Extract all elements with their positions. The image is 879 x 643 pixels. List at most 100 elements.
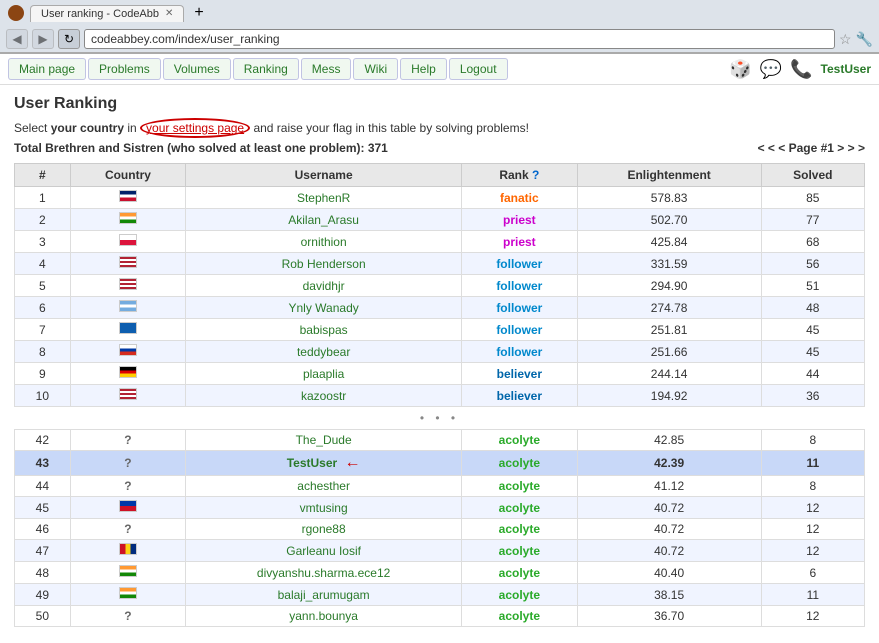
nav-logout[interactable]: Logout [449,58,508,80]
nav-volumes[interactable]: Volumes [163,58,231,80]
tab-close-button[interactable]: ✕ [165,8,173,19]
back-button[interactable]: ◀ [6,29,28,49]
cell-rank: 43 [15,451,71,476]
cell-user-rank: fanatic [462,187,578,209]
cell-username[interactable]: davidhjr [186,275,462,297]
cell-username[interactable]: babispas [186,319,462,341]
flag-poland [119,234,137,246]
browser-tab[interactable]: User ranking - CodeAbb ✕ [30,5,184,22]
username-link[interactable]: teddybear [297,345,350,359]
flag-uk [119,190,137,202]
username-link[interactable]: vmtusing [300,501,348,515]
cell-username[interactable]: Akilan_Arasu [186,209,462,231]
browser-icon [8,5,24,21]
username-link[interactable]: davidhjr [303,279,345,293]
cell-username[interactable]: kazoostr [186,385,462,407]
cell-username[interactable]: Ynly Wanady [186,297,462,319]
nav-icons: 🎲 💬 📞 TestUser [729,59,871,80]
username-link[interactable]: divyanshu.sharma.ece12 [257,566,390,580]
username-link[interactable]: Ynly Wanady [288,301,358,315]
username-link[interactable]: plaaplia [303,367,344,381]
forward-button[interactable]: ▶ [32,29,54,49]
cell-username[interactable]: TestUser ← [186,451,462,476]
username-link[interactable]: Rob Henderson [282,257,366,271]
address-text: codeabbey.com/index/user_ranking [91,32,280,46]
nav-ranking[interactable]: Ranking [233,58,299,80]
table-row: 49 balaji_arumugam acolyte 38.15 11 [15,584,865,606]
username-link[interactable]: Akilan_Arasu [288,213,359,227]
username-link[interactable]: yann.bounya [289,609,358,623]
cell-flag [70,497,186,519]
total-label: Total Brethren and Sistren (who solved a… [14,141,388,155]
cell-username[interactable]: Garleanu Iosif [186,540,462,562]
cell-flag [70,341,186,363]
total-info: Total Brethren and Sistren (who solved a… [14,141,865,155]
cell-flag [70,385,186,407]
username-link[interactable]: TestUser [287,456,337,470]
cell-username[interactable]: rgone88 [186,519,462,540]
cell-username[interactable]: teddybear [186,341,462,363]
col-rank-label: Rank ? [462,164,578,187]
username-link[interactable]: babispas [300,323,348,337]
new-tab-button[interactable]: + [190,4,207,22]
cell-username[interactable]: ornithion [186,231,462,253]
settings-button[interactable]: 🔧 [856,31,873,48]
nav-main-page[interactable]: Main page [8,58,86,80]
cell-rank: 48 [15,562,71,584]
table-row: 43 ? TestUser ← acolyte 42.39 11 [15,451,865,476]
cell-username[interactable]: yann.bounya [186,606,462,627]
username-link[interactable]: kazoostr [301,389,346,403]
bookmark-button[interactable]: ☆ [839,31,852,48]
nav-mess[interactable]: Mess [301,58,352,80]
top-rows-body: 1 StephenR fanatic 578.83 85 2 Akilan_Ar… [15,187,865,407]
cell-enlightenment: 41.12 [577,476,761,497]
cell-username[interactable]: balaji_arumugam [186,584,462,606]
username-link[interactable]: balaji_arumugam [278,588,370,602]
cell-solved: 12 [761,519,864,540]
col-enlightenment: Enlightenment [577,164,761,187]
col-country: Country [70,164,186,187]
nav-wiki[interactable]: Wiki [353,58,398,80]
dice-icon-button[interactable]: 🎲 [729,59,751,80]
cell-rank: 1 [15,187,71,209]
rank-badge: follower [496,257,542,271]
cell-flag [70,540,186,562]
cell-enlightenment: 502.70 [577,209,761,231]
cell-username[interactable]: Rob Henderson [186,253,462,275]
phone-icon-button[interactable]: 📞 [790,59,812,80]
cell-solved: 12 [761,606,864,627]
username-link[interactable]: StephenR [297,191,350,205]
cell-username[interactable]: divyanshu.sharma.ece12 [186,562,462,584]
username-link[interactable]: The_Dude [296,433,352,447]
refresh-button[interactable]: ↻ [58,29,80,49]
settings-page-link[interactable]: your settings page [140,118,250,138]
cell-enlightenment: 36.70 [577,606,761,627]
username-link[interactable]: Garleanu Iosif [286,544,361,558]
cell-enlightenment: 274.78 [577,297,761,319]
cell-user-rank: acolyte [462,476,578,497]
cell-username[interactable]: StephenR [186,187,462,209]
nav-help[interactable]: Help [400,58,447,80]
address-bar[interactable]: codeabbey.com/index/user_ranking [84,29,835,49]
table-row: 50 ? yann.bounya acolyte 36.70 12 [15,606,865,627]
chat-icon-button[interactable]: 💬 [760,59,782,80]
flag-unknown: ? [124,609,131,623]
cell-username[interactable]: plaaplia [186,363,462,385]
cell-username[interactable]: vmtusing [186,497,462,519]
table-header-row: # Country Username Rank ? Enlightenment … [15,164,865,187]
table-row: 3 ornithion priest 425.84 68 [15,231,865,253]
cell-solved: 11 [761,584,864,606]
rank-help-icon[interactable]: ? [532,168,539,182]
cell-enlightenment: 251.66 [577,341,761,363]
rank-badge: follower [496,301,542,315]
username-link[interactable]: rgone88 [302,522,346,536]
username-link[interactable]: ornithion [301,235,347,249]
pagination[interactable]: < < < Page #1 > > > [758,141,865,155]
browser-toolbar: ◀ ▶ ↻ codeabbey.com/index/user_ranking ☆… [0,26,879,53]
cell-username[interactable]: achesther [186,476,462,497]
username-link[interactable]: achesther [297,479,350,493]
nav-problems[interactable]: Problems [88,58,161,80]
cell-rank: 5 [15,275,71,297]
cell-username[interactable]: The_Dude [186,430,462,451]
cell-solved: 6 [761,562,864,584]
